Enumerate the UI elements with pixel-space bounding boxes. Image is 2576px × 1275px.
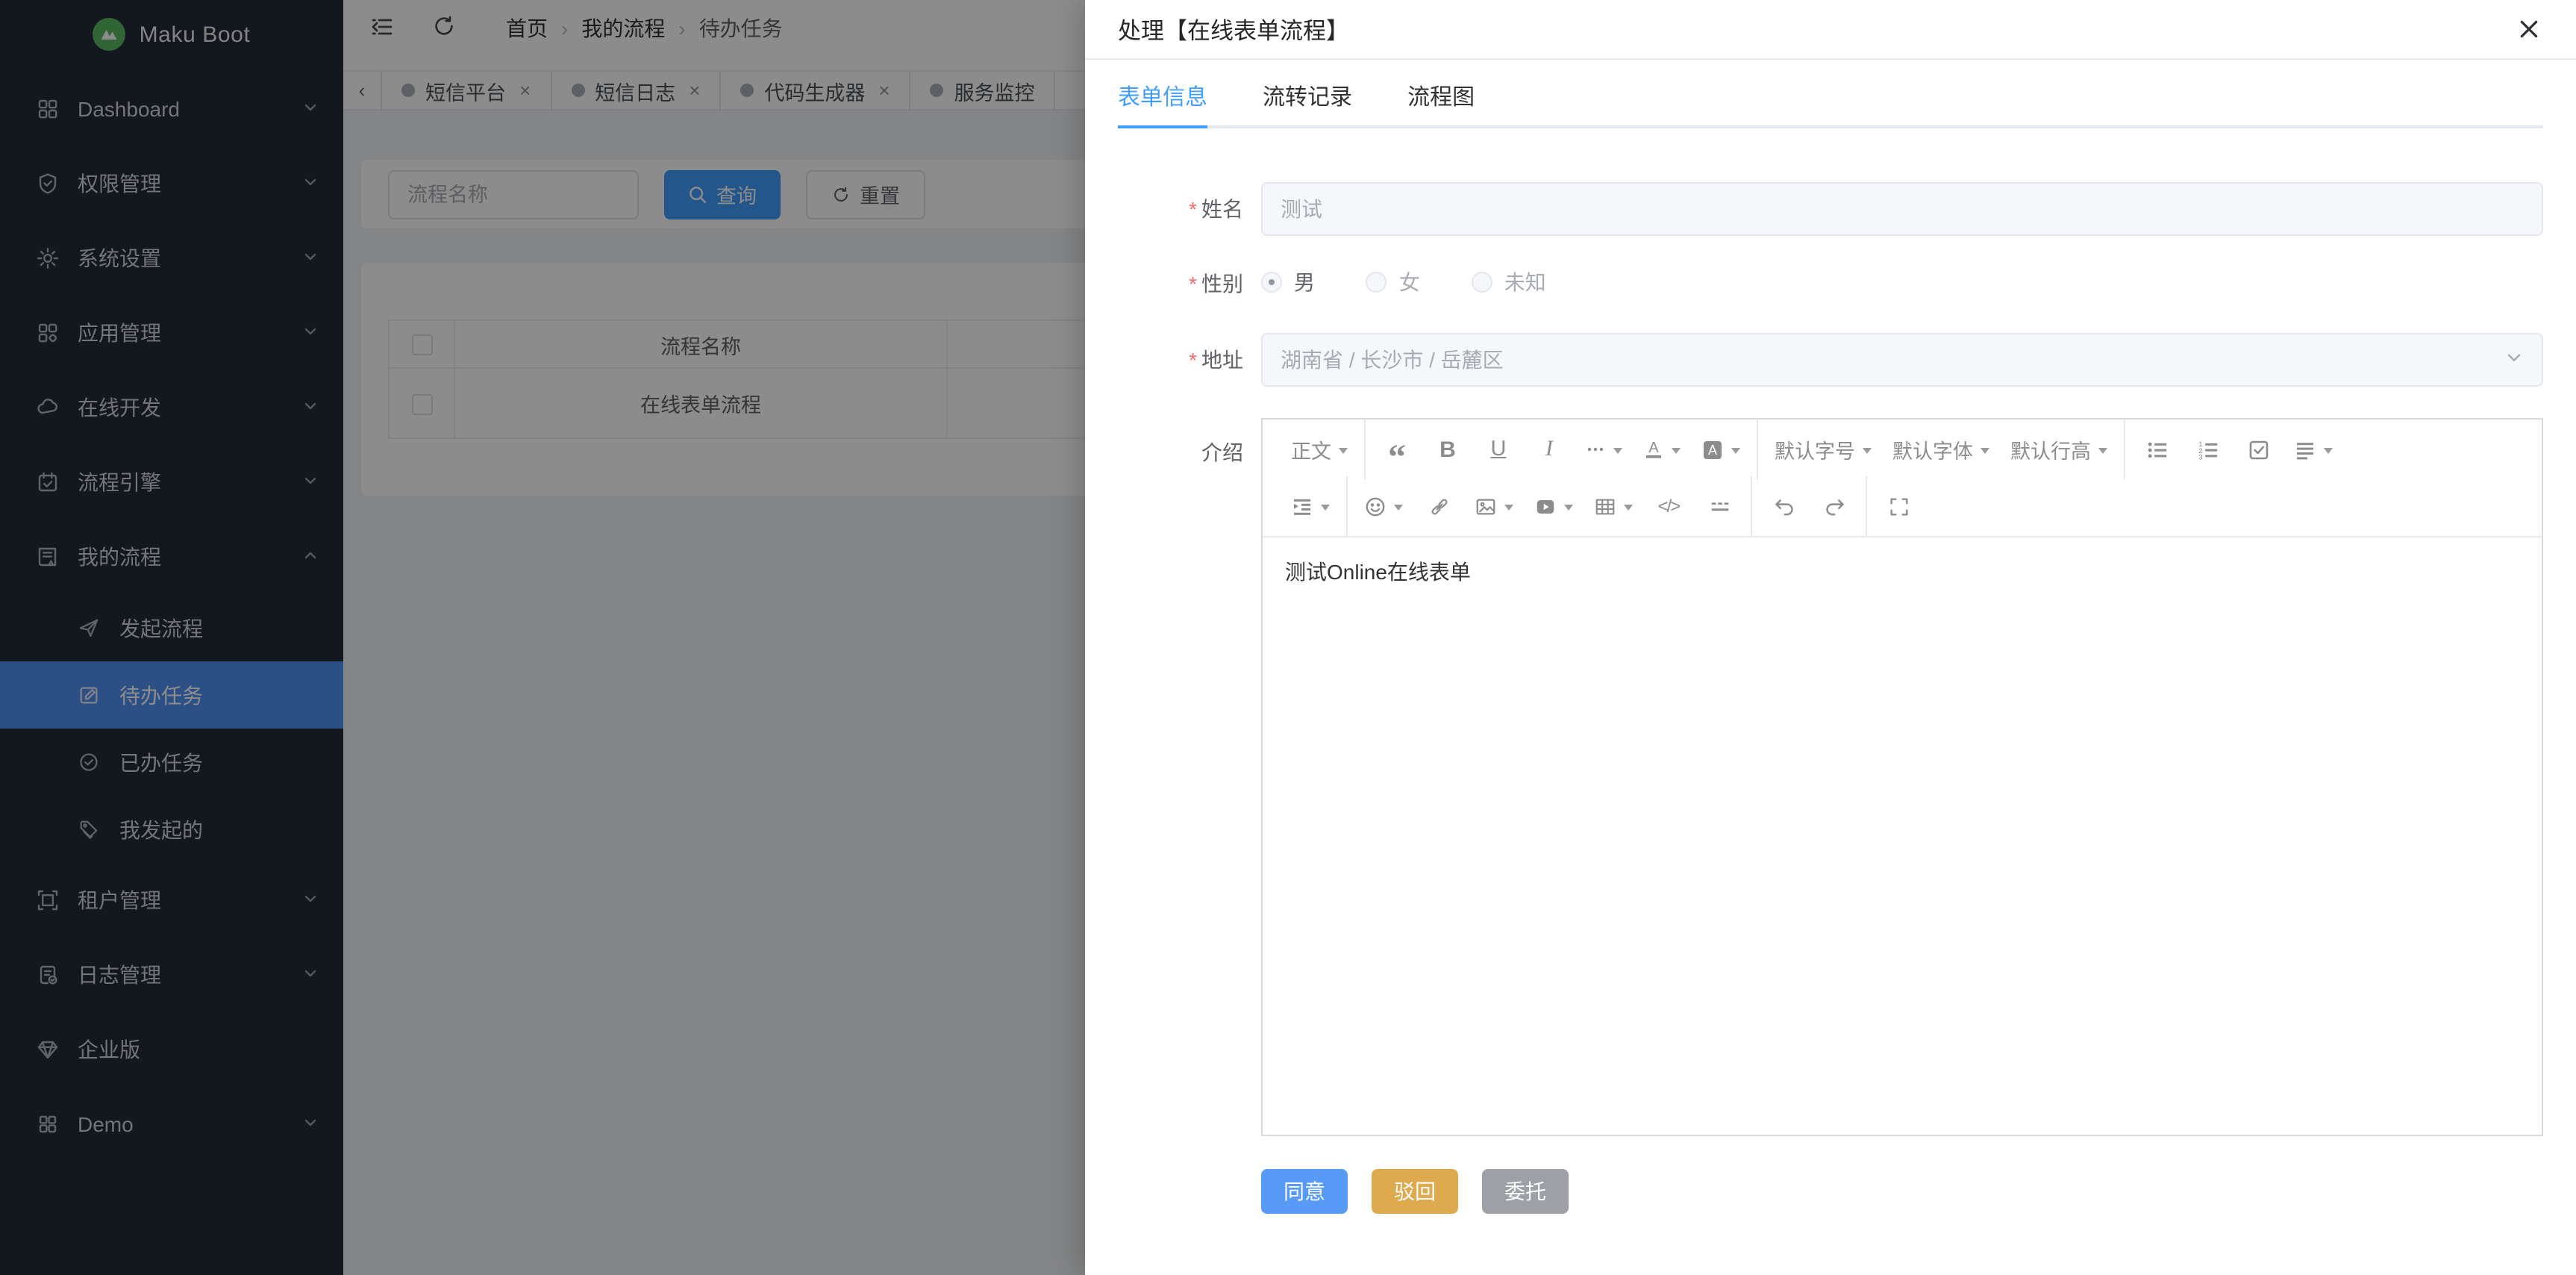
drawer-actions: 同意 驳回 委托 (1118, 1169, 2543, 1214)
fullscreen-icon[interactable] (1876, 484, 1921, 529)
caret-down-icon (1504, 504, 1513, 510)
video-dropdown[interactable] (1527, 484, 1581, 529)
process-drawer: 处理【在线表单流程】 表单信息 流转记录 流程图 *姓名 测试 *性别 (1085, 0, 2576, 1275)
blockquote-icon[interactable]: “ (1375, 427, 1419, 472)
bold-icon[interactable]: B (1425, 427, 1470, 472)
svg-text:A: A (1648, 440, 1659, 456)
drawer-body: 表单信息 流转记录 流程图 *姓名 测试 *性别 男 女 未知 (1085, 60, 2576, 1275)
caret-down-icon (2324, 447, 2333, 453)
editor-content[interactable]: 测试Online在线表单 (1263, 536, 2542, 1135)
redo-icon[interactable] (1812, 484, 1857, 529)
approve-button[interactable]: 同意 (1261, 1169, 1348, 1214)
form-row-intro: 介绍 正文 “ B U (1118, 418, 2543, 1136)
more-styles-dropdown[interactable] (1578, 427, 1630, 472)
emoji-dropdown[interactable] (1357, 484, 1410, 529)
reject-button[interactable]: 驳回 (1372, 1169, 1458, 1214)
italic-icon[interactable]: I (1527, 427, 1572, 472)
tab-form-info[interactable]: 表单信息 (1118, 81, 1207, 112)
name-field[interactable]: 测试 (1261, 182, 2543, 236)
paragraph-style-dropdown[interactable]: 正文 (1284, 427, 1355, 472)
gender-radio-female[interactable]: 女 (1366, 267, 1420, 297)
line-height-dropdown[interactable]: 默认行高 (2003, 427, 2115, 472)
todo-list-icon[interactable] (2236, 427, 2280, 472)
caret-down-icon (1339, 447, 1348, 453)
drawer-tabs: 表单信息 流转记录 流程图 (1118, 81, 2543, 128)
address-label: 地址 (1201, 348, 1243, 372)
undo-icon[interactable] (1761, 484, 1806, 529)
caret-down-icon (1863, 447, 1872, 453)
underline-icon[interactable]: U (1476, 427, 1521, 472)
rich-text-editor: 正文 “ B U I A A (1261, 418, 2543, 1136)
gender-label: 性别 (1201, 272, 1243, 296)
image-dropdown[interactable] (1467, 484, 1521, 529)
form-row-name: *姓名 测试 (1118, 182, 2543, 236)
gender-radio-unknown[interactable]: 未知 (1472, 267, 1546, 297)
table-dropdown[interactable] (1586, 484, 1640, 529)
editor-toolbar-row-1: 正文 “ B U I A A (1263, 420, 2542, 479)
caret-down-icon (1672, 447, 1681, 453)
name-label: 姓名 (1201, 197, 1243, 221)
caret-down-icon (1624, 504, 1633, 510)
bullet-list-icon[interactable] (2134, 427, 2179, 472)
tab-flow-records[interactable]: 流转记录 (1263, 81, 1352, 112)
svg-text:3: 3 (2198, 453, 2201, 461)
radio-icon (1472, 272, 1492, 293)
chevron-down-icon (2504, 348, 2524, 372)
tab-flow-chart[interactable]: 流程图 (1407, 81, 1475, 112)
align-dropdown[interactable] (2286, 427, 2340, 472)
caret-down-icon (1394, 504, 1403, 510)
svg-text:A: A (1708, 442, 1717, 457)
intro-label: 介绍 (1118, 418, 1261, 1136)
font-size-dropdown[interactable]: 默认字号 (1767, 427, 1879, 472)
indent-dropdown[interactable] (1284, 484, 1337, 529)
form-row-gender: *性别 男 女 未知 (1118, 267, 2543, 300)
required-mark: * (1189, 348, 1197, 372)
form-row-address: *地址 湖南省 / 长沙市 / 岳麓区 (1118, 333, 2543, 387)
caret-down-icon (2098, 447, 2107, 453)
gender-radio-male[interactable]: 男 (1261, 267, 1315, 297)
process-form: *姓名 测试 *性别 男 女 未知 *地址 (1118, 182, 2543, 1214)
editor-toolbar-row-2: </> (1263, 476, 2542, 536)
caret-down-icon (1981, 447, 1989, 453)
drawer-header: 处理【在线表单流程】 (1085, 0, 2576, 60)
required-mark: * (1189, 197, 1197, 221)
caret-down-icon (1613, 447, 1622, 453)
drawer-title: 处理【在线表单流程】 (1118, 13, 1349, 46)
ordered-list-icon[interactable]: 123 (2185, 427, 2230, 472)
font-family-dropdown[interactable]: 默认字体 (1885, 427, 1997, 472)
link-icon[interactable] (1416, 484, 1461, 529)
radio-selected-icon (1261, 272, 1282, 293)
caret-down-icon (1321, 504, 1330, 510)
address-select[interactable]: 湖南省 / 长沙市 / 岳麓区 (1261, 333, 2543, 387)
code-block-icon[interactable]: </> (1646, 484, 1691, 529)
radio-icon (1366, 272, 1387, 293)
required-mark: * (1189, 272, 1197, 296)
caret-down-icon (1564, 504, 1573, 510)
bg-color-dropdown[interactable]: A (1694, 427, 1748, 472)
delegate-button[interactable]: 委托 (1482, 1169, 1569, 1214)
close-icon[interactable] (2513, 14, 2543, 44)
caret-down-icon (1731, 447, 1740, 453)
font-color-dropdown[interactable]: A (1636, 427, 1688, 472)
divider-icon[interactable] (1697, 484, 1742, 529)
